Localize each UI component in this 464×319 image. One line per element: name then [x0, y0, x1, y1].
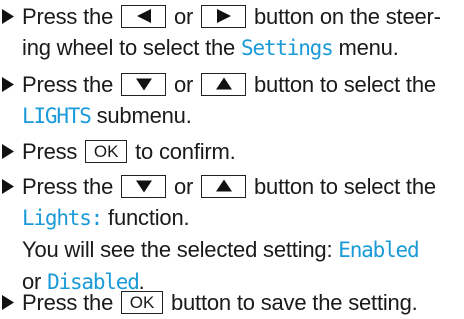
step-text: Press the [22, 174, 114, 199]
ok-key-label: OK [93, 141, 119, 161]
instruction-list: Press the or button on the steer- ing wh… [0, 0, 464, 319]
step-line: You will see the selected setting: Enabl… [22, 234, 464, 266]
down-arrow-key-icon [121, 72, 167, 96]
right-arrow-key-icon [201, 4, 247, 28]
bullet-arrow-icon [0, 69, 22, 100]
left-arrow-key-icon [121, 4, 167, 28]
step-text: Press the [22, 4, 114, 29]
step-text: function. [108, 205, 190, 230]
step-text: Press the [22, 290, 114, 315]
step-text: ing wheel to select the [22, 35, 236, 60]
up-arrow-key-icon [201, 72, 247, 96]
submenu-name-highlight: LIGHTS [22, 104, 92, 128]
bullet-arrow-icon [0, 287, 22, 318]
list-item: Press the OK button to save the setting. [0, 287, 464, 318]
step-line: Press the or button to select the [22, 171, 464, 202]
step-line: LIGHTS submenu. [22, 100, 464, 132]
step-text: Press [22, 139, 78, 164]
step-line: Press OK to confirm. [22, 136, 464, 167]
step-text: button to save the setting. [170, 290, 418, 315]
down-arrow-key-icon [121, 174, 167, 198]
bullet-arrow-icon [0, 136, 22, 167]
step-line: Press the OK button to save the setting. [22, 287, 464, 318]
list-item: Press OK to confirm. [0, 136, 464, 167]
list-item: Press the or button to select the Lights… [0, 171, 464, 298]
step-text: or [173, 4, 194, 29]
bullet-arrow-icon [0, 171, 22, 202]
step-line: ing wheel to select the Settings menu. [22, 32, 464, 64]
ok-key-icon: OK [85, 139, 128, 163]
bullet-arrow-icon [0, 1, 22, 32]
menu-name-highlight: Settings [241, 36, 334, 60]
ok-key-icon: OK [121, 290, 164, 314]
step-text: You will see the selected setting: [22, 237, 333, 262]
step-line: Press the or button to select the [22, 69, 464, 100]
list-item: Press the or button on the steer- ing wh… [0, 1, 464, 64]
step-text: submenu. [96, 103, 192, 128]
step-line: Lights: function. [22, 202, 464, 234]
up-arrow-key-icon [201, 174, 247, 198]
step-text: Press the [22, 72, 114, 97]
list-item: Press the or button to select the LIGHTS… [0, 69, 464, 132]
step-text: or [173, 174, 194, 199]
step-text: to confirm. [135, 139, 236, 164]
step-text: button to select the [254, 72, 436, 97]
function-name-highlight: Lights: [22, 206, 103, 230]
step-text: or [173, 72, 194, 97]
step-line: Press the or button on the steer- [22, 1, 464, 32]
step-text: menu. [338, 35, 399, 60]
step-text: button to select the [254, 174, 436, 199]
step-text: button on the steer- [254, 4, 441, 29]
ok-key-label: OK [129, 292, 155, 312]
setting-enabled-highlight: Enabled [338, 238, 419, 262]
